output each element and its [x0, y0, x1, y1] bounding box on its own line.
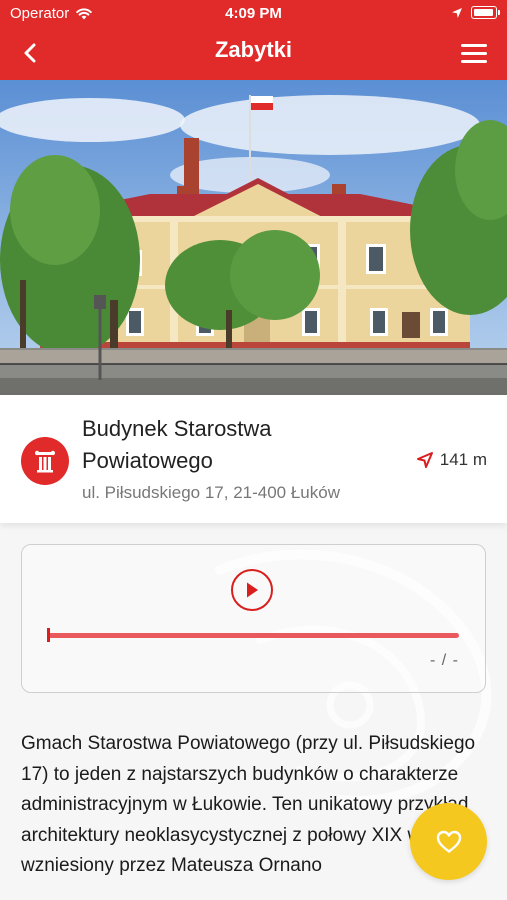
battery-icon: [471, 6, 500, 19]
hero-image: [0, 80, 507, 395]
location-services-icon: [452, 7, 462, 18]
column-icon: [35, 450, 55, 473]
building-photo: [0, 80, 507, 395]
app-header: Operator 4:09 PM Zabytki: [0, 0, 507, 80]
place-address: ul. Piłsudskiego 17, 21-400 Łuków: [82, 483, 340, 502]
page-title: Zabytki: [214, 37, 293, 62]
status-bar: Operator 4:09 PM: [0, 0, 507, 28]
location-arrow-icon: [416, 452, 433, 468]
heart-icon: [436, 830, 461, 853]
play-icon: [247, 582, 258, 598]
audio-time: - / -: [430, 652, 459, 669]
distance-info: 141 m: [416, 450, 487, 470]
play-button[interactable]: [231, 569, 273, 611]
nav-bar: Zabytki: [0, 28, 507, 80]
audio-progress-bar[interactable]: [48, 633, 459, 638]
audio-progress-handle[interactable]: [47, 628, 50, 642]
status-time: 4:09 PM: [225, 5, 282, 22]
audio-player: [21, 544, 486, 693]
place-description: Gmach Starostwa Powiatowego (przy ul. Pi…: [21, 733, 481, 876]
menu-button[interactable]: [461, 37, 493, 69]
favorite-button[interactable]: [410, 803, 487, 880]
place-name: Budynek Starostwa Powiatowego: [82, 416, 272, 473]
place-category-badge: [21, 437, 69, 485]
hamburger-menu-icon: [461, 43, 487, 47]
distance-label: 141 m: [439, 450, 487, 469]
status-right: [451, 6, 500, 19]
